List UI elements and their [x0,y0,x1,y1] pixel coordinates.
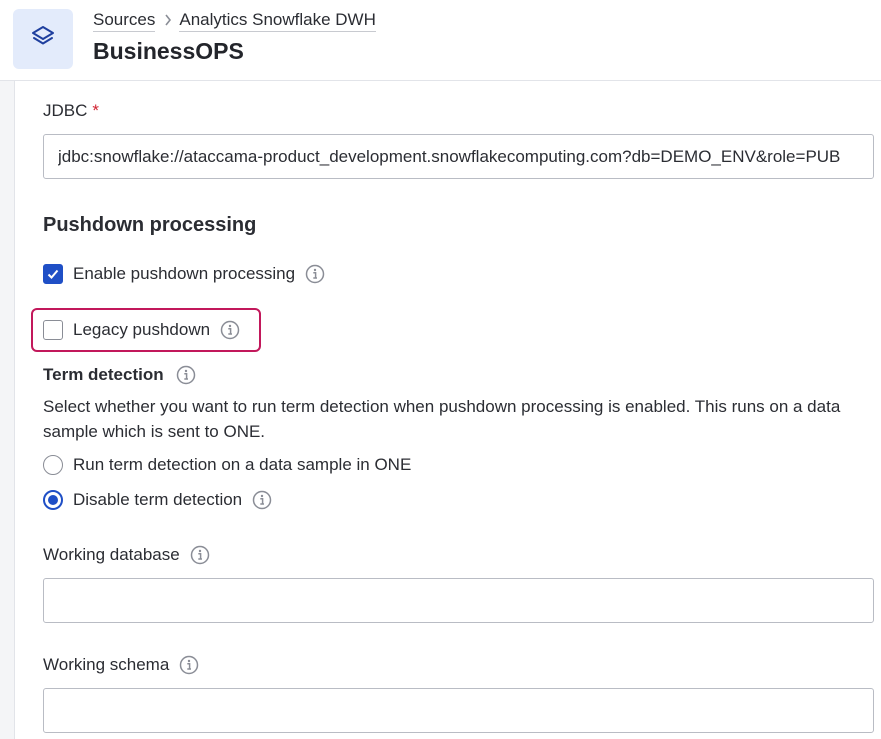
pushdown-section-title: Pushdown processing [43,214,257,236]
info-icon[interactable] [305,264,325,284]
term-detection-title: Term detection [43,365,164,384]
legacy-pushdown-row: Legacy pushdown [43,320,240,340]
chevron-right-icon [164,13,172,29]
working-database-label: Working database [43,545,180,564]
enable-pushdown-row: Enable pushdown processing [43,264,325,284]
term-option-disable-radio[interactable] [43,490,63,510]
layers-icon [30,24,56,55]
term-option-run-row: Run term detection on a data sample in O… [43,455,411,475]
enable-pushdown-checkbox[interactable] [43,264,63,284]
check-icon [47,269,59,279]
term-option-disable-label: Disable term detection [73,490,243,509]
info-icon[interactable] [252,490,272,510]
breadcrumb: Sources Analytics Snowflake DWH [93,10,376,32]
source-icon-box [13,9,73,69]
required-mark: * [92,101,100,120]
working-schema-label: Working schema [43,655,170,674]
legacy-pushdown-label: Legacy pushdown [73,320,211,339]
term-option-run-radio[interactable] [43,455,63,475]
jdbc-label: JDBC * [43,101,99,121]
page-title: BusinessOPS [93,38,244,64]
term-detection-title-row: Term detection [43,365,196,385]
working-database-label-row: Working database [43,545,210,565]
enable-pushdown-label: Enable pushdown processing [73,264,296,283]
working-schema-label-row: Working schema [43,655,199,675]
working-database-input[interactable] [43,578,874,623]
breadcrumb-source-link[interactable]: Analytics Snowflake DWH [179,10,376,32]
info-icon[interactable] [190,545,210,565]
left-rail [0,81,15,739]
term-option-run-label: Run term detection on a data sample in O… [73,455,412,474]
jdbc-input[interactable] [43,134,874,179]
info-icon[interactable] [220,320,240,340]
term-option-disable-row: Disable term detection [43,490,272,510]
breadcrumb-sources-link[interactable]: Sources [93,10,156,32]
term-detection-description: Select whether you want to run term dete… [43,397,841,441]
working-schema-input[interactable] [43,688,874,733]
info-icon[interactable] [179,655,199,675]
jdbc-label-text: JDBC [43,101,88,120]
legacy-pushdown-checkbox[interactable] [43,320,63,340]
page-header: Sources Analytics Snowflake DWH Business… [0,0,881,81]
info-icon[interactable] [176,365,196,385]
